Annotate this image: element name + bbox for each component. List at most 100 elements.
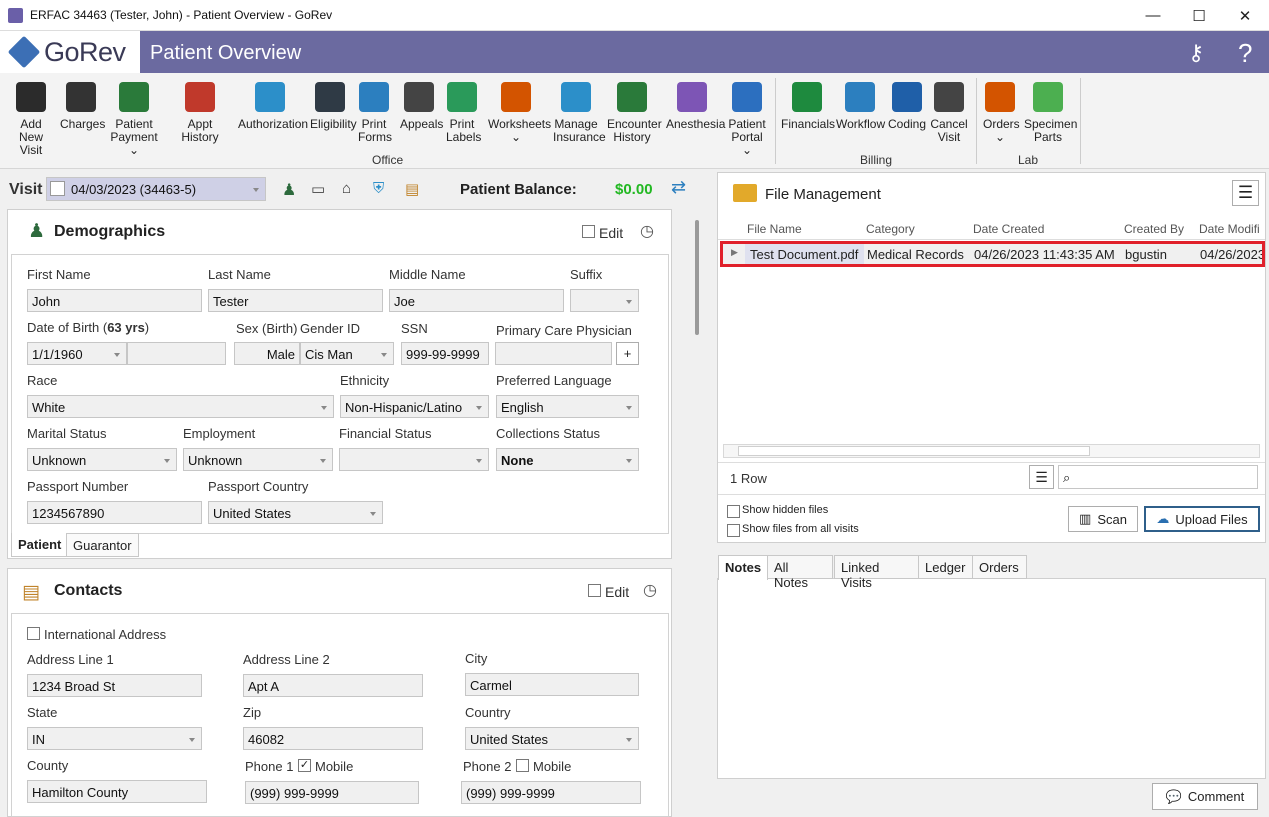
international-checkbox[interactable] bbox=[27, 627, 40, 640]
ribbon-book-plus-button[interactable]: Coding bbox=[886, 78, 928, 131]
id-card-icon[interactable]: ▭ bbox=[311, 180, 325, 198]
ethnicity-select[interactable]: Non-Hispanic/Latino bbox=[340, 395, 489, 418]
show-all-visits-checkbox[interactable] bbox=[727, 524, 740, 537]
ribbon-orders-button[interactable]: Orders ⌄ bbox=[983, 78, 1020, 144]
state-select[interactable]: IN bbox=[27, 727, 202, 750]
history-clock-icon[interactable]: ◷ bbox=[640, 221, 654, 241]
city-input[interactable]: Carmel bbox=[465, 673, 639, 696]
help-icon[interactable]: ? bbox=[1238, 38, 1252, 69]
middle-name-input[interactable]: Joe bbox=[389, 289, 564, 312]
phone2-input[interactable]: (999) 999-9999 bbox=[461, 781, 641, 804]
contacts-history-icon[interactable]: ◷ bbox=[643, 580, 657, 600]
scrollbar-thumb[interactable] bbox=[738, 446, 1090, 456]
visit-select[interactable]: 04/03/2023 (34463-5) bbox=[46, 177, 266, 201]
last-name-input[interactable]: Tester bbox=[208, 289, 383, 312]
sex-select[interactable]: Male bbox=[234, 342, 300, 365]
contacts-edit-label: Edit bbox=[605, 584, 630, 600]
ribbon-barcode-button[interactable]: Charges bbox=[60, 78, 105, 131]
ribbon-briefcase-button[interactable]: Appeals bbox=[400, 78, 443, 131]
hamburger-menu-icon[interactable]: ☰ bbox=[1232, 180, 1259, 206]
tab-ledger[interactable]: Ledger bbox=[918, 555, 973, 579]
ribbon-worksheet-button[interactable]: Worksheets ⌄ bbox=[488, 78, 551, 144]
swap-icon[interactable]: ⇄ bbox=[671, 177, 686, 198]
suffix-select[interactable] bbox=[570, 289, 639, 312]
ribbon-bed-add-button[interactable]: Add New Visit bbox=[8, 78, 54, 157]
ssn-input[interactable]: 999-99-9999 bbox=[401, 342, 489, 365]
list-options-icon[interactable]: ☰ bbox=[1029, 465, 1054, 489]
addr2-input[interactable]: Apt A bbox=[243, 674, 423, 697]
financial-select[interactable] bbox=[339, 448, 489, 471]
keys-icon[interactable]: ⚷ bbox=[1188, 40, 1204, 66]
employment-select[interactable]: Unknown bbox=[183, 448, 333, 471]
column-header[interactable]: File Name bbox=[747, 222, 802, 236]
tab-orders[interactable]: Orders bbox=[972, 555, 1027, 579]
pcp-add-button[interactable]: + bbox=[616, 342, 639, 365]
tab-notes[interactable]: Notes bbox=[718, 555, 768, 580]
expand-row-icon[interactable]: ▶ bbox=[731, 247, 738, 258]
phone1-mobile-checkbox[interactable]: ✓ bbox=[298, 759, 311, 772]
tab-linked-visits[interactable]: Linked Visits bbox=[834, 555, 919, 590]
scrollbar-thumb[interactable] bbox=[695, 220, 699, 335]
maximize-button[interactable]: ☐ bbox=[1176, 0, 1222, 31]
search-input[interactable]: ⌕ bbox=[1058, 465, 1258, 489]
file-name-cell[interactable]: Test Document.pdf bbox=[745, 244, 864, 264]
demographics-edit-checkbox[interactable] bbox=[582, 225, 595, 238]
ribbon-tag-button[interactable]: Print Labels bbox=[446, 78, 481, 144]
county-input[interactable]: Hamilton County bbox=[27, 780, 207, 803]
tab-patient[interactable]: Patient bbox=[11, 533, 69, 557]
ribbon-dollar-button[interactable]: Financials bbox=[781, 78, 835, 131]
ribbon-user-check-button[interactable]: Eligibility bbox=[310, 78, 357, 131]
dob-picker[interactable]: 1/1/1960 bbox=[27, 342, 127, 365]
scan-button[interactable]: ▥ Scan bbox=[1068, 506, 1138, 532]
tab-all-notes[interactable]: All Notes bbox=[767, 555, 833, 590]
country-select[interactable]: United States bbox=[465, 727, 639, 750]
phone2-mobile-checkbox[interactable] bbox=[516, 759, 529, 772]
close-button[interactable]: ✕ bbox=[1222, 0, 1268, 31]
bed-icon[interactable]: ⌂ bbox=[342, 180, 351, 197]
column-header[interactable]: Created By bbox=[1124, 222, 1184, 236]
show-hidden-checkbox[interactable] bbox=[727, 505, 740, 518]
ribbon-patient-payment-button[interactable]: Patient Payment ⌄ bbox=[110, 78, 158, 157]
phone1-input[interactable]: (999) 999-9999 bbox=[245, 781, 419, 804]
patient-icon[interactable]: ♟ bbox=[282, 180, 296, 200]
ribbon-syringe-button[interactable]: Anesthesia bbox=[666, 78, 725, 131]
ribbon-encounter-history-button[interactable]: Encounter History bbox=[607, 78, 662, 144]
table-row[interactable]: ▶ Test Document.pdf Medical Records 04/2… bbox=[720, 241, 1265, 267]
column-header[interactable]: Date Created bbox=[973, 222, 1044, 236]
comment-button[interactable]: 💬 Comment bbox=[1152, 783, 1258, 810]
ribbon-shield-check-button[interactable]: Authorization bbox=[238, 78, 308, 131]
ribbon-workflow-button[interactable]: Workflow bbox=[836, 78, 885, 131]
column-header[interactable]: Date Modifi bbox=[1199, 222, 1265, 236]
first-name-input[interactable]: John bbox=[27, 289, 202, 312]
gender-select[interactable]: Cis Man bbox=[300, 342, 394, 365]
ribbon-specimen-button[interactable]: Specimen Parts bbox=[1024, 78, 1077, 144]
addr1-input[interactable]: 1234 Broad St bbox=[27, 674, 202, 697]
tab-guarantor[interactable]: Guarantor bbox=[66, 533, 139, 557]
passport-country-select[interactable]: United States bbox=[208, 501, 383, 524]
collections-select[interactable]: None bbox=[496, 448, 639, 471]
marital-select[interactable]: Unknown bbox=[27, 448, 177, 471]
upload-files-button[interactable]: ☁ Upload Files bbox=[1144, 506, 1260, 532]
contacts-edit-checkbox[interactable] bbox=[588, 584, 601, 597]
ribbon-globe-gear-button[interactable]: Patient Portal ⌄ bbox=[727, 78, 767, 157]
dob-time-stepper[interactable] bbox=[127, 342, 226, 365]
ribbon-calendar-button[interactable]: Appt History bbox=[170, 78, 230, 144]
horizontal-scrollbar[interactable] bbox=[723, 444, 1260, 458]
ribbon-insurance-button[interactable]: Manage Insurance bbox=[553, 78, 606, 144]
minimize-button[interactable]: — bbox=[1130, 0, 1176, 31]
language-select[interactable]: English bbox=[496, 395, 639, 418]
ethnicity-label: Ethnicity bbox=[340, 373, 390, 388]
column-header[interactable]: Category bbox=[866, 222, 915, 236]
race-label: Race bbox=[27, 373, 58, 388]
passport-input[interactable]: 1234567890 bbox=[27, 501, 202, 524]
insurance-small-icon[interactable]: ⛨ bbox=[373, 180, 384, 197]
pcp-input[interactable] bbox=[495, 342, 612, 365]
race-select[interactable]: White bbox=[27, 395, 334, 418]
ribbon-cancel-clock-button[interactable]: Cancel Visit bbox=[930, 78, 968, 144]
ribbon-printer-button[interactable]: Print Forms bbox=[358, 78, 392, 144]
notes-area[interactable] bbox=[717, 578, 1266, 779]
wallet-icon[interactable]: ▤ bbox=[405, 180, 419, 198]
zip-input[interactable]: 46082 bbox=[243, 727, 423, 750]
middle-name-label: Middle Name bbox=[389, 267, 466, 282]
created-by-cell: bgustin bbox=[1125, 247, 1167, 262]
